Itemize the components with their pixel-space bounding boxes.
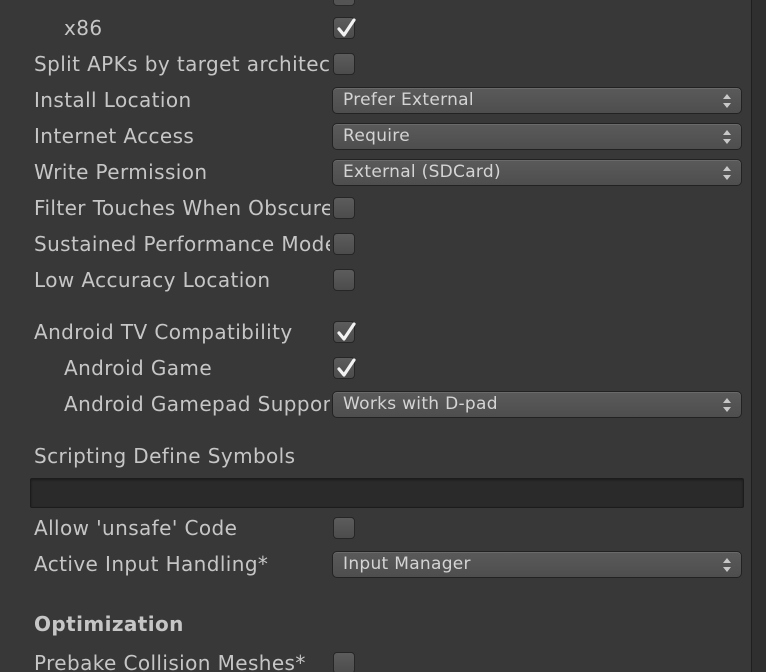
active-input-handling-dropdown[interactable]: Input Manager [332,551,742,578]
internet-access-label: Internet Access [34,124,195,148]
write-permission-dropdown[interactable]: External (SDCard) [332,159,742,186]
setting-row-low-accuracy-location: Low Accuracy Location [0,262,750,298]
updown-arrows-icon [723,166,731,180]
low-accuracy-location-label: Low Accuracy Location [34,268,271,292]
write-permission-value: External (SDCard) [343,162,501,182]
active-input-handling-label: Active Input Handling* [34,552,269,576]
x86-label: x86 [64,16,103,40]
setting-row-allow-unsafe-code: Allow 'unsafe' Code [0,510,750,546]
split-apks-checkbox[interactable] [333,53,355,75]
setting-row-filter-touches: Filter Touches When Obscured [0,190,750,226]
write-permission-label: Write Permission [34,160,208,184]
setting-row-write-permission: Write Permission External (SDCard) [0,154,750,190]
internet-access-dropdown[interactable]: Require [332,123,742,150]
scripting-define-symbols-input[interactable] [30,478,744,508]
setting-row-internet-access: Internet Access Require [0,118,750,154]
install-location-value: Prefer External [343,90,474,110]
prebake-collision-meshes-checkbox[interactable] [333,652,355,672]
android-game-label: Android Game [64,356,213,380]
updown-arrows-icon [723,398,731,412]
setting-row-prebake-collision-meshes: Prebake Collision Meshes* [0,645,750,672]
internet-access-value: Require [343,126,410,146]
updown-arrows-icon [723,558,731,572]
setting-row-android-tv: Android TV Compatibility [0,314,750,350]
prebake-collision-meshes-label: Prebake Collision Meshes* [34,651,306,672]
setting-row-active-input-handling: Active Input Handling* Input Manager [0,546,750,582]
install-location-label: Install Location [34,88,192,112]
player-settings-panel: x86 Split APKs by target architecture In… [0,0,766,672]
scripting-define-symbols-label: Scripting Define Symbols [34,444,296,468]
scrollbar-track[interactable] [752,0,766,672]
android-game-checkbox[interactable] [333,357,356,379]
updown-arrows-icon [723,94,731,108]
setting-row-gamepad-support: Android Gamepad Support Level Works with… [0,386,750,422]
sustained-performance-checkbox[interactable] [333,233,355,255]
split-apks-label: Split APKs by target architecture [34,52,330,76]
filter-touches-label: Filter Touches When Obscured [34,196,330,220]
checkbox-partial-top[interactable] [333,0,355,6]
allow-unsafe-code-label: Allow 'unsafe' Code [34,516,238,540]
setting-row-sustained-performance: Sustained Performance Mode [0,226,750,262]
android-tv-checkbox[interactable] [333,321,356,343]
x86-checkbox[interactable] [333,17,356,39]
optimization-section-header: Optimization [34,612,184,636]
gamepad-support-value: Works with D-pad [343,394,498,414]
gamepad-support-label: Android Gamepad Support Level [64,392,330,416]
checkmark-icon [337,322,356,341]
allow-unsafe-code-checkbox[interactable] [333,517,355,539]
active-input-handling-value: Input Manager [343,554,471,574]
install-location-dropdown[interactable]: Prefer External [332,87,742,114]
setting-row-install-location: Install Location Prefer External [0,82,750,118]
setting-row-x86: x86 [0,10,750,46]
checkmark-icon [337,358,356,377]
updown-arrows-icon [723,130,731,144]
setting-row-android-game: Android Game [0,350,750,386]
setting-row-scripting-define-symbols: Scripting Define Symbols [0,438,750,474]
setting-row-split-apks: Split APKs by target architecture [0,46,750,82]
android-tv-label: Android TV Compatibility [34,320,293,344]
low-accuracy-location-checkbox[interactable] [333,269,355,291]
sustained-performance-label: Sustained Performance Mode [34,232,330,256]
gamepad-support-dropdown[interactable]: Works with D-pad [332,391,742,418]
checkmark-icon [337,18,356,37]
filter-touches-checkbox[interactable] [333,197,355,219]
